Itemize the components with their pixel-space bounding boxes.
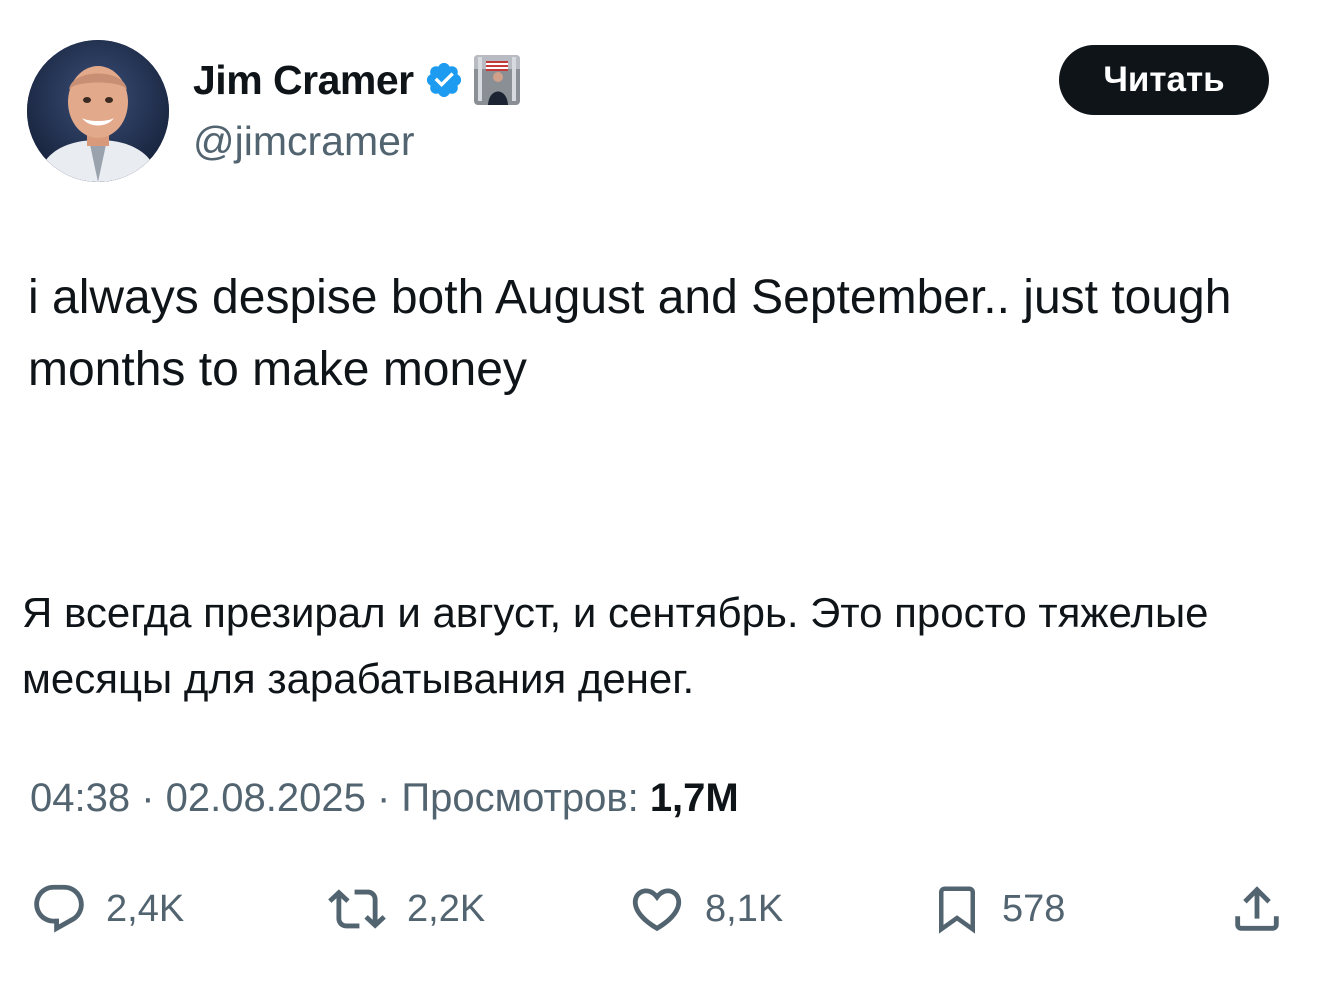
author-row: Jim Cramer: [193, 54, 520, 106]
avatar[interactable]: [27, 40, 169, 182]
tweet-time[interactable]: 04:38: [30, 776, 130, 820]
repost-arrows-icon: [328, 889, 386, 929]
handle[interactable]: @jimcramer: [193, 118, 415, 165]
repost-count: 2,2K: [407, 887, 486, 930]
verified-badge-icon[interactable]: [424, 60, 464, 100]
affiliation-badge-icon[interactable]: [473, 55, 520, 105]
tweet-text: i always despise both August and Septemb…: [28, 271, 1232, 396]
reply-button[interactable]: 2,4K: [30, 878, 184, 940]
bookmark-icon: [939, 886, 975, 934]
like-button[interactable]: 8,1K: [627, 878, 783, 940]
share-upload-icon: [1235, 886, 1279, 931]
bookmark-count: 578: [1002, 887, 1066, 930]
meta-separator: ·: [130, 776, 166, 820]
display-name[interactable]: Jim Cramer: [193, 57, 414, 104]
share-button[interactable]: [1228, 878, 1286, 940]
tweet-translation: Я всегда презирал и август, и сентябрь. …: [22, 589, 1209, 702]
speech-bubble-icon: [34, 884, 84, 933]
bookmark-button[interactable]: 578: [930, 878, 1065, 940]
meta-separator: ·: [365, 776, 402, 820]
views-count: 1,7M: [649, 776, 739, 820]
avatar-image: [27, 40, 169, 182]
tweet-meta: 04:38 · 02.08.2025 · Просмотров: 1,7M: [30, 776, 739, 821]
repost-button[interactable]: 2,2K: [325, 878, 485, 940]
heart-icon: [632, 888, 682, 932]
views-label: Просмотров:: [401, 776, 650, 820]
follow-button[interactable]: Читать: [1059, 45, 1269, 115]
reply-count: 2,4K: [106, 887, 185, 930]
like-count: 8,1K: [705, 887, 784, 930]
tweet-date[interactable]: 02.08.2025: [166, 776, 366, 820]
